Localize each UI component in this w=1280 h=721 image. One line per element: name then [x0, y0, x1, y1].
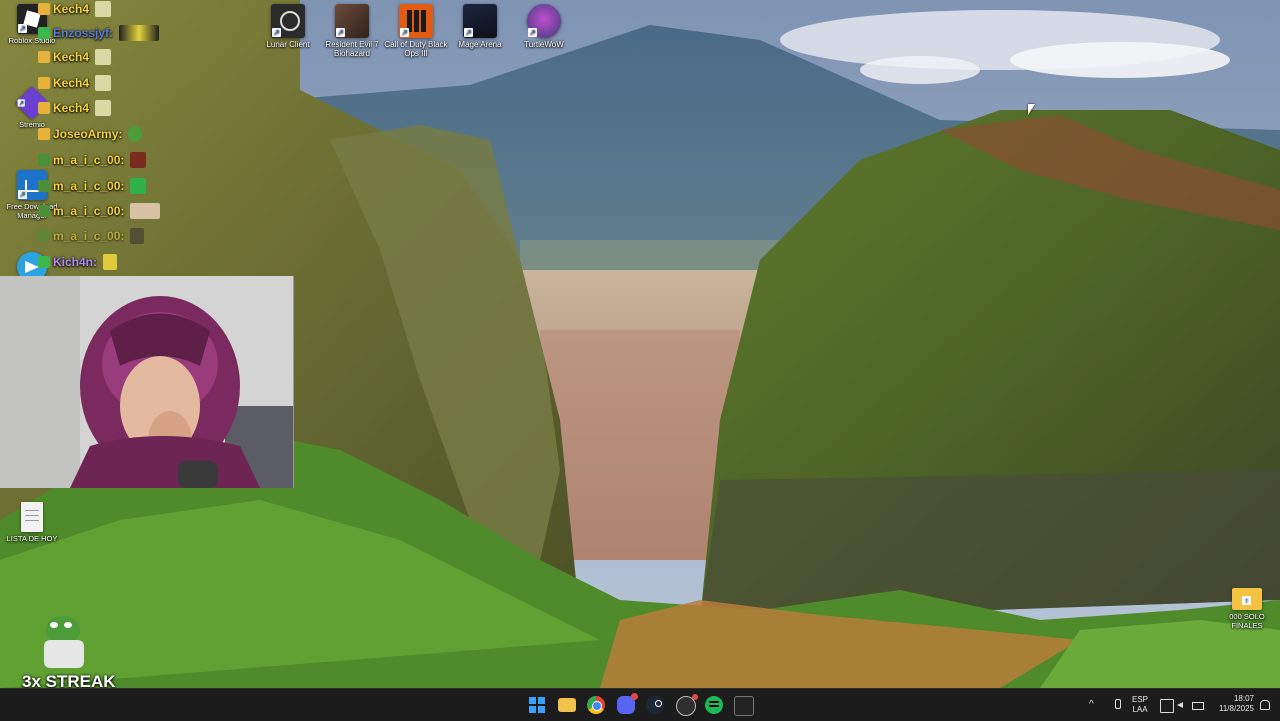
- microphone-icon[interactable]: [1111, 699, 1123, 711]
- chat-username: m_a_i_c_00:: [53, 179, 125, 193]
- mouse-cursor-icon: [1028, 104, 1035, 115]
- chrome-icon[interactable]: [587, 696, 605, 714]
- chat-message: Kech4: [38, 99, 112, 117]
- chevron-up-icon[interactable]: ^: [1089, 699, 1101, 711]
- volume-icon[interactable]: [1176, 699, 1188, 711]
- mage-arena-icon: ↗: [463, 4, 497, 38]
- turtlewow-icon: ↗: [527, 4, 561, 38]
- app-icon[interactable]: [734, 696, 754, 716]
- chat-message: m_a_i_c_00:: [38, 202, 161, 220]
- desktop-icon-mage-arena[interactable]: ↗ Mage Arena: [443, 4, 517, 49]
- car-emote-icon: [119, 25, 160, 41]
- clock[interactable]: 18:07 11/8/2025: [1210, 694, 1254, 714]
- green-emote-icon: [128, 126, 143, 142]
- chat-badge: [38, 3, 50, 15]
- chat-username: JoseoArmy:: [53, 127, 123, 141]
- spotify-icon[interactable]: [705, 696, 723, 714]
- chat-badge: [38, 154, 50, 166]
- webcam-overlay: [0, 276, 294, 488]
- pepe-emote-icon: [42, 614, 92, 670]
- chat-username: m_a_i_c_00:: [53, 153, 125, 167]
- steam-icon[interactable]: [646, 696, 664, 714]
- yellow-emote-icon: [103, 254, 118, 270]
- windows-start-icon[interactable]: [528, 696, 546, 714]
- chat-message: Kech4: [38, 48, 112, 66]
- file-explorer-icon[interactable]: [558, 698, 576, 712]
- chat-badge: [38, 180, 50, 192]
- yellow-emote-icon: [95, 49, 112, 65]
- webcam-feed: [0, 276, 293, 488]
- chat-message: Kech4: [38, 0, 112, 18]
- chat-badge: [38, 27, 50, 39]
- chat-username: Enzossjyf:: [53, 26, 114, 40]
- chat-message: JoseoArmy:: [38, 125, 143, 143]
- chat-badge: [38, 77, 50, 89]
- red-emote-icon: [130, 152, 147, 168]
- stream-chat-overlay: Kech4 Enzossjyf: Kech4 Kech4 Kech4 Joseo…: [38, 0, 188, 270]
- chat-username: m_a_i_c_00:: [53, 204, 125, 218]
- chat-badge: [38, 128, 50, 140]
- obs-icon[interactable]: [676, 694, 698, 716]
- chat-username: Kech4: [53, 50, 90, 64]
- chat-badge: [38, 230, 50, 242]
- desktop-icon-lista-de-hoy[interactable]: LISTA DE HOY: [1, 502, 63, 543]
- chat-username: Kech4: [53, 2, 90, 16]
- desktop-icon-turtlewow[interactable]: ↗ TurtleWoW: [507, 4, 581, 49]
- chat-username: Kech4: [53, 76, 90, 90]
- yellow-emote-icon: [95, 1, 112, 17]
- dark-emote-icon: [130, 228, 145, 244]
- lunar-client-icon: ↗: [271, 4, 305, 38]
- battery-icon[interactable]: [1192, 699, 1204, 711]
- folder-icon: ↑: [1232, 588, 1262, 610]
- face-emote-icon: [130, 203, 161, 219]
- notification-bell-icon[interactable]: [1258, 699, 1270, 711]
- chat-message: m_a_i_c_00:: [38, 227, 145, 245]
- desktop-icon-lunar-client[interactable]: ↗ Lunar Client: [251, 4, 325, 49]
- chat-message: Kech4: [38, 74, 112, 92]
- desktop-icon-call-of-duty[interactable]: ↗ Call of Duty Black Ops III: [379, 4, 453, 58]
- chat-badge: [38, 51, 50, 63]
- chat-username: m_a_i_c_00:: [53, 229, 125, 243]
- chat-badge: [38, 256, 50, 268]
- yellow-emote-icon: [95, 100, 112, 116]
- text-file-icon: [21, 502, 43, 532]
- desktop-icon-solo-finales[interactable]: ↑ 000 SOLO FINALES: [1216, 588, 1278, 630]
- yellow-emote-icon: [95, 75, 112, 91]
- call-of-duty-icon: ↗: [399, 4, 433, 38]
- desktop-icon-resident-evil[interactable]: ↗ Resident Evil 7 Biohazard: [315, 4, 389, 58]
- chat-username: Kech4: [53, 101, 90, 115]
- resident-evil-icon: ↗: [335, 4, 369, 38]
- network-icon[interactable]: [1160, 699, 1174, 713]
- discord-icon[interactable]: [617, 693, 638, 714]
- chat-message: Kich4n:: [38, 253, 118, 271]
- taskbar: ^ ESP LAA 18:07 11/8/2025: [0, 688, 1280, 721]
- green-emote-icon: [130, 178, 147, 194]
- chat-message: Enzossjyf:: [38, 24, 160, 42]
- chat-message: m_a_i_c_00:: [38, 177, 147, 195]
- chat-username: Kich4n:: [53, 255, 98, 269]
- chat-message: m_a_i_c_00:: [38, 151, 147, 169]
- chat-badge: [38, 205, 50, 217]
- language-indicator[interactable]: ESP LAA: [1128, 695, 1152, 715]
- chat-badge: [38, 102, 50, 114]
